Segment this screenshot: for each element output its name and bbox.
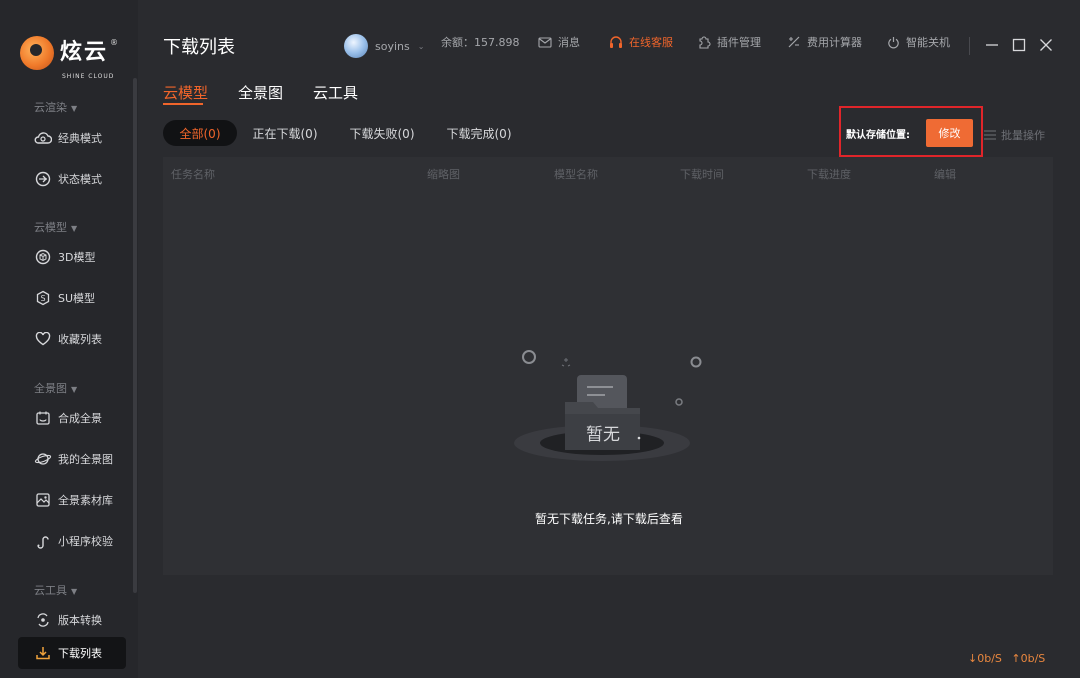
tab-cloud-tools[interactable]: 云工具	[313, 82, 358, 103]
sidebar-item-my-panoramas[interactable]: 我的全景图	[18, 443, 126, 475]
heart-icon	[34, 330, 52, 348]
cube-icon	[34, 248, 52, 266]
sidebar-item-label: 状态模式	[58, 173, 102, 186]
sidebar-item-label: 下载列表	[58, 647, 102, 660]
smart-shutdown-button[interactable]: 智能关机	[887, 34, 950, 50]
minimize-icon[interactable]	[982, 35, 1002, 55]
user-menu[interactable]: soyins ⌄	[344, 34, 424, 58]
sidebar-section-panorama[interactable]: 全景图 ▼	[34, 380, 77, 396]
online-support-label: 在线客服	[629, 36, 673, 49]
plugin-manager-label: 插件管理	[717, 36, 761, 49]
su-icon: S	[34, 289, 52, 307]
mail-icon	[538, 36, 552, 48]
planet-icon	[34, 450, 52, 468]
sidebar-item-version-convert[interactable]: 版本转换	[18, 604, 126, 636]
column-header-download-progress: 下载进度	[807, 168, 851, 181]
empty-folder-illustration: 暂无	[514, 350, 702, 461]
tab-panorama[interactable]: 全景图	[238, 82, 283, 103]
filter-failed[interactable]: 下载失败(0)	[342, 120, 422, 146]
storage-location-label: 默认存储位置:	[846, 130, 910, 141]
sidebar-item-label: 小程序校验	[58, 535, 113, 548]
balance-display: 余额：157.898	[441, 36, 520, 49]
filter-completed[interactable]: 下载完成(0)	[440, 120, 518, 146]
maximize-icon[interactable]	[1009, 35, 1029, 55]
chevron-down-icon: ⌄	[417, 41, 425, 51]
close-icon[interactable]	[1036, 35, 1056, 55]
page-title: 下载列表	[163, 37, 235, 58]
download-icon	[34, 644, 52, 662]
svg-text:S: S	[40, 294, 45, 303]
percent-icon	[787, 35, 801, 49]
sidebar-item-label: 全景素材库	[58, 494, 113, 507]
sidebar-section-cloud-tools[interactable]: 云工具 ▼	[34, 582, 77, 598]
logo-text: 炫云 SHINE CLOUD	[60, 42, 113, 81]
power-icon	[887, 36, 900, 49]
active-tab-indicator	[163, 103, 203, 105]
avatar	[344, 34, 368, 58]
username: soyins	[375, 39, 410, 53]
messages-button[interactable]: 消息	[538, 34, 580, 50]
status-icon	[34, 170, 52, 188]
transfer-speed: ↓0b/S ↑0b/S	[968, 652, 1045, 665]
sidebar-item-label: 合成全景	[58, 412, 102, 425]
sidebar-section-cloud-render[interactable]: 云渲染 ▼	[34, 99, 77, 115]
sidebar-item-label: 收藏列表	[58, 333, 102, 346]
window-controls-divider	[969, 37, 970, 55]
column-header-task-name: 任务名称	[171, 168, 215, 181]
app-logo: 炫云 SHINE CLOUD	[20, 36, 113, 81]
column-header-edit: 编辑	[934, 168, 956, 181]
sidebar-item-label: SU模型	[58, 292, 96, 305]
sidebar-item-compose-panorama[interactable]: 合成全景	[18, 402, 126, 434]
cloud-icon	[34, 129, 52, 147]
image-library-icon	[34, 491, 52, 509]
sidebar-section-cloud-model[interactable]: 云模型 ▼	[34, 219, 77, 235]
empty-illustration-text: 暂无	[586, 425, 620, 445]
messages-label: 消息	[558, 36, 580, 49]
sidebar-item-su-model[interactable]: S SU模型	[18, 282, 126, 314]
sidebar-item-label: 我的全景图	[58, 453, 113, 466]
list-icon	[984, 130, 996, 140]
plugin-manager-button[interactable]: 插件管理	[697, 34, 761, 50]
puzzle-icon	[697, 35, 711, 49]
sidebar-item-favorites[interactable]: 收藏列表	[18, 323, 126, 355]
convert-icon	[34, 611, 52, 629]
sidebar-item-label: 经典模式	[58, 132, 102, 145]
sidebar-scrollbar[interactable]	[133, 78, 137, 593]
upload-speed: ↑0b/S	[1011, 652, 1046, 665]
empty-state-message: 暂无下载任务,请下载后查看	[535, 512, 683, 526]
smart-shutdown-label: 智能关机	[906, 36, 950, 49]
logo-mark-icon	[20, 36, 54, 70]
panorama-compose-icon	[34, 409, 52, 427]
mini-program-icon	[34, 532, 52, 550]
cost-calculator-button[interactable]: 费用计算器	[787, 34, 862, 50]
logo-registered-mark: ®	[110, 38, 118, 47]
batch-operations-button[interactable]: 批量操作	[984, 127, 1045, 143]
sidebar-item-label: 版本转换	[58, 614, 102, 627]
cost-calculator-label: 费用计算器	[807, 36, 862, 49]
online-support-button[interactable]: 在线客服	[609, 34, 673, 50]
tab-cloud-model[interactable]: 云模型	[163, 82, 208, 103]
logo-subtitle: SHINE CLOUD	[62, 73, 115, 80]
modify-storage-button[interactable]: 修改	[926, 119, 973, 147]
sidebar-item-mini-program-check[interactable]: 小程序校验	[18, 525, 126, 557]
filter-all[interactable]: 全部(0)	[163, 120, 237, 146]
batch-operations-label: 批量操作	[1001, 129, 1045, 142]
headset-icon	[609, 35, 623, 49]
sidebar-item-3d-model[interactable]: 3D模型	[18, 241, 126, 273]
sidebar-item-status-mode[interactable]: 状态模式	[18, 163, 126, 195]
sidebar-item-download-list[interactable]: 下载列表	[18, 637, 126, 669]
column-header-download-time: 下载时间	[680, 168, 724, 181]
sidebar-item-classic-mode[interactable]: 经典模式	[18, 122, 126, 154]
sidebar-item-label: 3D模型	[58, 251, 96, 264]
column-header-thumbnail: 缩略图	[427, 168, 460, 181]
download-speed: ↓0b/S	[968, 652, 1002, 665]
sidebar-item-panorama-library[interactable]: 全景素材库	[18, 484, 126, 516]
filter-downloading[interactable]: 正在下载(0)	[246, 120, 324, 146]
column-header-model-name: 模型名称	[554, 168, 598, 181]
